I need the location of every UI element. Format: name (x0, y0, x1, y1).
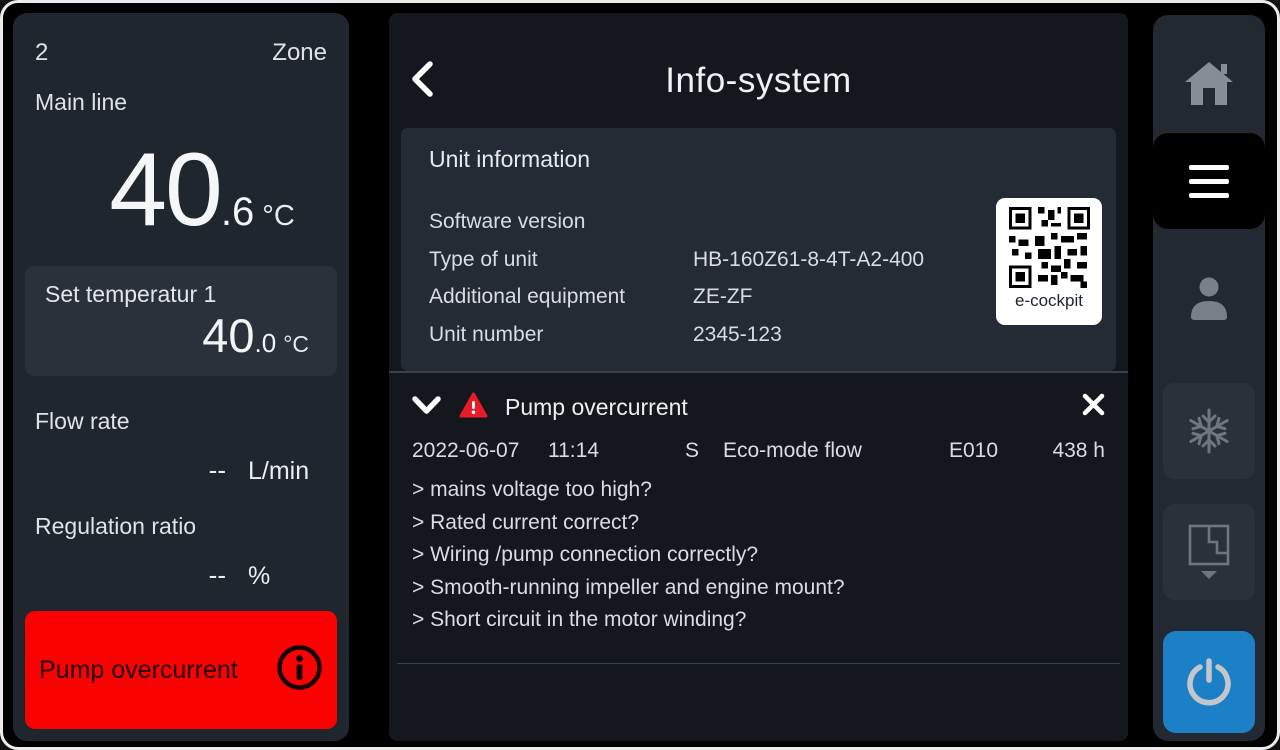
flow-rate-unit: L/min (248, 457, 334, 486)
info-label: Additional equipment (429, 278, 693, 316)
regulation-ratio-row: -- % (166, 560, 334, 591)
main-temp-integer: 40 (109, 132, 221, 248)
alarm-date: 2022-06-07 (412, 439, 548, 463)
flow-rate-row: -- L/min (166, 455, 334, 486)
mold-icon (1186, 523, 1232, 581)
collapse-button[interactable] (411, 395, 442, 420)
regulation-ratio-value: -- (166, 560, 226, 591)
close-button[interactable] (1081, 392, 1106, 422)
info-row: Type of unit HB-160Z61-8-4T-A2-400 (429, 241, 1088, 279)
qr-code-label: e-cockpit (1015, 291, 1083, 311)
alarm-error-code: E010 (949, 439, 1052, 463)
qr-code-card: e-cockpit (996, 198, 1102, 325)
info-value: HB-160Z61-8-4T-A2-400 (693, 241, 924, 279)
home-button[interactable] (1153, 33, 1265, 133)
info-value: 2345-123 (693, 316, 782, 354)
active-alarm-label: Pump overcurrent (39, 656, 238, 685)
set-temperature-value: 40.0°C (45, 308, 317, 363)
alarm-detail-title: Pump overcurrent (505, 394, 688, 421)
home-icon (1183, 60, 1235, 106)
cooling-button[interactable] (1163, 383, 1255, 479)
unit-information-title: Unit information (429, 146, 1088, 173)
alarm-hours: 438 h (1052, 439, 1105, 463)
alarm-time: 11:14 (548, 439, 685, 463)
alarm-troubleshooting-list: > mains voltage too high? > Rated curren… (412, 474, 1105, 637)
info-system-panel: Info-system Unit information Software ve… (389, 13, 1128, 741)
info-label: Unit number (429, 316, 693, 354)
page-title: Info-system (389, 61, 1128, 101)
info-row: Additional equipment ZE-ZF (429, 278, 1088, 316)
troubleshooting-item: > mains voltage too high? (412, 474, 1105, 507)
info-label: Software version (429, 203, 693, 241)
alarm-mode: Eco-mode flow (723, 439, 949, 463)
info-label: Type of unit (429, 241, 693, 279)
close-icon (1081, 392, 1106, 417)
troubleshooting-item: > Short circuit in the motor winding? (412, 604, 1105, 637)
zone-row: 2 Zone (35, 39, 327, 67)
alarm-code-letter: S (685, 439, 723, 463)
zone-label: Zone (272, 39, 327, 67)
alarm-detail-header: Pump overcurrent (389, 385, 1128, 429)
info-value: ZE-ZF (693, 278, 752, 316)
set-temp-unit: °C (283, 331, 309, 357)
section-divider (389, 371, 1128, 373)
bottom-divider (397, 663, 1120, 664)
info-circle-icon[interactable] (276, 644, 323, 696)
flow-rate-value: -- (166, 455, 226, 486)
user-icon (1187, 275, 1231, 321)
main-temp-fraction: .6 (221, 190, 254, 234)
main-temperature-value: 40.6°C (13, 131, 349, 250)
main-line-label: Main line (35, 89, 127, 116)
page-header: Info-system (389, 13, 1128, 118)
navigation-sidebar (1153, 15, 1265, 741)
set-temp-fraction: .0 (255, 328, 277, 358)
regulation-ratio-label: Regulation ratio (35, 513, 196, 540)
menu-button-active[interactable] (1153, 133, 1265, 229)
troubleshooting-item: > Rated current correct? (412, 507, 1105, 540)
active-alarm-banner[interactable]: Pump overcurrent (25, 611, 337, 729)
info-row: Software version (429, 203, 1088, 241)
hmi-screen: 2 Zone Main line 40.6°C Set temperatur 1… (0, 0, 1280, 750)
set-temp-integer: 40 (202, 309, 254, 362)
alarm-meta-row: 2022-06-07 11:14 S Eco-mode flow E010 43… (389, 439, 1128, 463)
troubleshooting-item: > Wiring /pump connection correctly? (412, 539, 1105, 572)
zone-status-panel: 2 Zone Main line 40.6°C Set temperatur 1… (13, 13, 349, 741)
snowflake-icon (1185, 407, 1233, 455)
regulation-ratio-unit: % (248, 562, 334, 591)
info-row: Unit number 2345-123 (429, 316, 1088, 354)
zone-number: 2 (35, 39, 48, 67)
power-icon (1186, 658, 1232, 706)
mold-button[interactable] (1163, 504, 1255, 600)
user-button[interactable] (1153, 263, 1265, 333)
qr-code-icon (1009, 207, 1090, 288)
troubleshooting-item: > Smooth-running impeller and engine mou… (412, 572, 1105, 605)
power-button[interactable] (1163, 631, 1255, 733)
set-temperature-field[interactable]: Set temperatur 1 40.0°C (25, 266, 337, 376)
hamburger-menu-icon (1189, 165, 1229, 198)
chevron-down-icon (411, 395, 442, 415)
warning-triangle-icon (459, 392, 488, 423)
set-temperature-label: Set temperatur 1 (45, 281, 317, 308)
unit-information-section: Unit information Software version Type o… (401, 128, 1116, 371)
flow-rate-label: Flow rate (35, 408, 130, 435)
main-temp-unit: °C (262, 200, 295, 232)
